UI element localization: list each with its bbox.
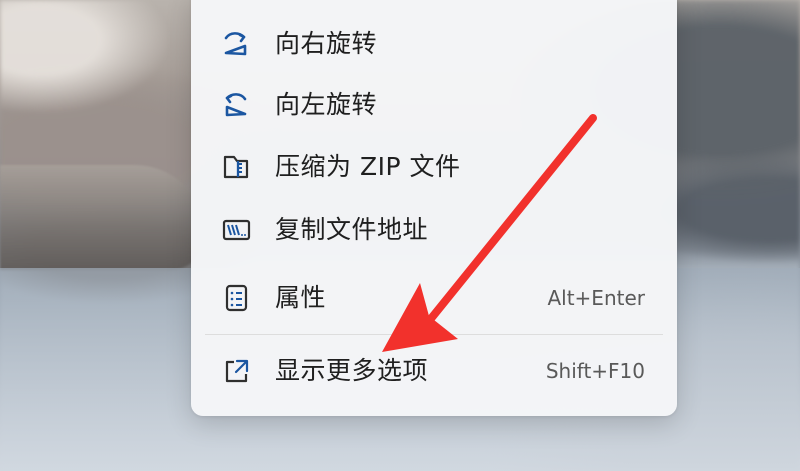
shortcut-label: Shift+F10 (545, 359, 645, 383)
menu-item-label: 复制文件地址 (275, 215, 429, 244)
menu-item-label: 向左旋转 (275, 90, 378, 119)
menu-item-rotate-right[interactable]: 向右旋转 (191, 18, 677, 70)
menu-item-properties[interactable]: 属性 Alt+Enter (191, 272, 677, 324)
rotate-right-icon (219, 29, 253, 59)
desktop-background: 向右旋转 向左旋转 压缩为 ZIP 文件 复制文件地址 属性 Alt+Enter… (0, 0, 800, 471)
zip-folder-icon (219, 152, 253, 182)
rotate-left-icon (219, 90, 253, 120)
menu-item-compress-zip[interactable]: 压缩为 ZIP 文件 (191, 141, 677, 193)
menu-separator (205, 334, 663, 335)
properties-icon (219, 283, 253, 313)
menu-item-rotate-left[interactable]: 向左旋转 (191, 79, 677, 131)
menu-item-label: 压缩为 ZIP 文件 (275, 152, 461, 181)
shortcut-label: Alt+Enter (547, 286, 645, 310)
open-external-icon (219, 356, 253, 386)
menu-item-label: 属性 (275, 283, 327, 312)
menu-item-label: 向右旋转 (275, 29, 378, 58)
file-context-menu: 向右旋转 向左旋转 压缩为 ZIP 文件 复制文件地址 属性 Alt+Enter… (191, 0, 677, 416)
copy-path-icon (219, 215, 253, 245)
menu-item-show-more-options[interactable]: 显示更多选项 Shift+F10 (191, 345, 677, 397)
menu-item-copy-file-path[interactable]: 复制文件地址 (191, 204, 677, 256)
menu-item-label: 显示更多选项 (275, 356, 429, 385)
wallpaper-ridge (0, 165, 205, 270)
